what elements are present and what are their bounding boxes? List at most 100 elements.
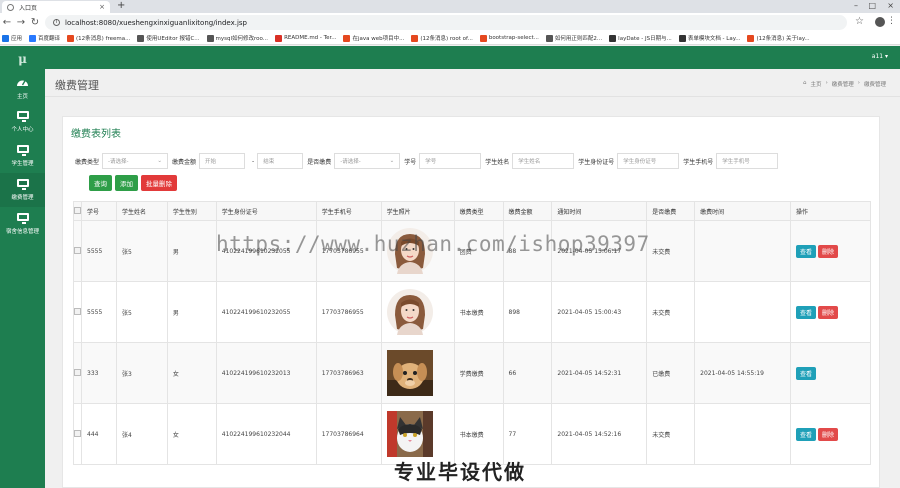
sidebar-item-0[interactable]: 主页 — [0, 71, 45, 105]
paid-select-value: -请选择- — [340, 159, 361, 165]
breadcrumb-item-home[interactable]: 主页 — [811, 80, 822, 88]
view-button[interactable]: 查看 — [796, 427, 817, 441]
cell-name: 张5 — [115, 220, 168, 282]
cell-id: 5555 — [81, 220, 117, 282]
amount-end-input[interactable]: 结束 — [257, 153, 304, 169]
url-input[interactable]: i localhost:8080/xueshengxinxiguanlixito… — [45, 15, 847, 30]
student-id-input[interactable]: 学号 — [419, 153, 482, 169]
bookmark-label: (12条消息) root of... — [420, 36, 473, 42]
view-button[interactable]: 查看 — [796, 244, 817, 258]
sidebar-item-label: 宿舍信息管理 — [5, 229, 39, 235]
more-menu-icon[interactable]: ⋮ — [887, 16, 896, 26]
bookmark-item[interactable]: mysql如何修改roo... — [206, 34, 268, 42]
search-button[interactable]: 查询 — [89, 175, 112, 191]
new-tab-icon[interactable]: + — [117, 0, 125, 11]
sidebar-item-label: 个人中心 — [11, 127, 34, 133]
row-checkbox[interactable] — [74, 246, 81, 254]
bookmark-item[interactable]: 表单模块文档 - Lay... — [678, 34, 740, 42]
row-actions: 查看 删除 — [796, 305, 870, 319]
reload-icon[interactable]: ↻ — [28, 17, 42, 28]
bookmark-item[interactable]: 如何用正则匹配2... — [545, 34, 603, 42]
bookmark-item[interactable]: 在java web项目中... — [343, 34, 404, 42]
forward-icon[interactable]: → — [14, 17, 28, 28]
amount-label: 缴费金额 — [172, 158, 197, 166]
paid-label: 是否缴费 — [307, 158, 332, 166]
bookmark-label: 百度翻译 — [38, 36, 61, 42]
batch-delete-button[interactable]: 批量删除 — [141, 175, 177, 191]
profile-icon[interactable] — [875, 17, 885, 27]
bookmark-item[interactable]: 应用 — [2, 34, 22, 42]
bookmark-label: (12条消息) freema... — [76, 36, 131, 42]
column-header: 通知时间 — [551, 201, 648, 221]
select-all-checkbox[interactable] — [74, 206, 81, 214]
cell-paid_time — [694, 403, 792, 465]
close-icon[interactable]: × — [99, 3, 105, 11]
amount-separator: - — [252, 157, 255, 165]
bookmark-item[interactable]: (12条消息) 关于lay... — [747, 34, 810, 42]
cell-amount: 66 — [502, 342, 553, 404]
bootstrap-icon — [479, 34, 487, 42]
bookmark-item[interactable]: 百度翻译 — [29, 34, 60, 42]
monitor-icon — [16, 179, 29, 190]
window-close-icon[interactable]: × — [887, 1, 894, 10]
view-button[interactable]: 查看 — [796, 305, 817, 319]
info-icon[interactable]: i — [53, 19, 60, 26]
amount-start-input[interactable]: 开始 — [199, 153, 246, 169]
phone-input[interactable]: 学生手机号 — [716, 153, 779, 169]
bookmark-item[interactable]: bootstrap-select... — [479, 34, 539, 42]
idcard-input[interactable]: 学生身份证号 — [617, 153, 680, 169]
csdn-icon — [67, 34, 75, 42]
type-select[interactable]: -请选择- ⌄ — [102, 153, 169, 169]
bookmark-label: 如何用正则匹配2... — [554, 36, 603, 42]
maximize-icon[interactable]: □ — [868, 1, 876, 10]
type-select-value: -请选择- — [108, 159, 129, 165]
page-header: 缴费管理 ⌂ 主页 › 缴费管理 › 缴费管理 — [45, 69, 900, 97]
sidebar-item-3[interactable]: 缴费管理 — [0, 173, 45, 207]
delete-button[interactable]: 删除 — [818, 244, 839, 258]
select-cell — [73, 342, 82, 404]
cnblogs-icon — [137, 34, 145, 42]
student-id-label: 学号 — [404, 158, 417, 166]
bookmark-star-icon[interactable]: ☆ — [855, 16, 864, 27]
paid-select[interactable]: -请选择- ⌄ — [334, 153, 401, 169]
bookmark-item[interactable]: README.md - Ter... — [275, 34, 336, 42]
sidebar-item-label: 主页 — [16, 94, 28, 100]
monitor-icon — [16, 213, 29, 224]
add-button[interactable]: 添加 — [115, 175, 138, 191]
sidebar-item-4[interactable]: 宿舍信息管理 — [0, 207, 45, 241]
breadcrumb-separator: › — [857, 80, 860, 86]
top-navbar: a11 ▾ — [45, 46, 900, 69]
student-name-input[interactable]: 学生姓名 — [512, 153, 575, 169]
cell-notice: 2021-04-05 15:00:43 — [551, 281, 648, 343]
cell-name: 张5 — [115, 281, 168, 343]
cell-notice: 2021-04-05 14:52:31 — [551, 342, 648, 404]
sidebar-item-2[interactable]: 学生管理 — [0, 139, 45, 173]
cnblogs-icon — [206, 34, 214, 42]
row-checkbox[interactable] — [74, 368, 81, 376]
bookmark-item[interactable]: 使用UEditor 报错C... — [137, 34, 200, 42]
cell-paid: 未交费 — [646, 403, 696, 465]
student-photo — [386, 411, 454, 457]
select-cell — [73, 281, 82, 343]
browser-tab[interactable]: 入口页 × — [2, 1, 110, 13]
minimize-icon[interactable]: – — [854, 1, 858, 10]
delete-button[interactable]: 删除 — [818, 305, 839, 319]
sidebar-item-1[interactable]: 个人中心 — [0, 105, 45, 139]
bookmark-item[interactable]: layDate - JS日期与... — [609, 34, 672, 42]
table-header-row: 学号 学生姓名 学生性别 学生身份证号 学生手机号 学生照片 缴费类型 缴费金额 通知时间 是否缴… — [73, 201, 871, 221]
apps-icon — [2, 34, 9, 42]
cell-id: 5555 — [81, 281, 117, 343]
row-checkbox[interactable] — [74, 307, 81, 315]
column-header: 学生性别 — [166, 201, 217, 221]
url-text: localhost:8080/xueshengxinxiguanlixitong… — [65, 18, 247, 27]
bookmark-item[interactable]: (12条消息) root of... — [411, 34, 473, 42]
bookmark-item[interactable]: (12条消息) freema... — [67, 34, 130, 42]
delete-button[interactable]: 删除 — [818, 427, 839, 441]
breadcrumb-item[interactable]: 缴费管理 — [832, 80, 854, 88]
view-button[interactable]: 查看 — [796, 366, 817, 380]
back-icon[interactable]: ← — [0, 17, 14, 28]
layui-icon — [609, 34, 617, 42]
watermark: https://www.huzhan.com/ishop39397 — [216, 232, 650, 256]
row-checkbox[interactable] — [74, 429, 81, 437]
user-menu[interactable]: a11 ▾ — [872, 53, 888, 60]
